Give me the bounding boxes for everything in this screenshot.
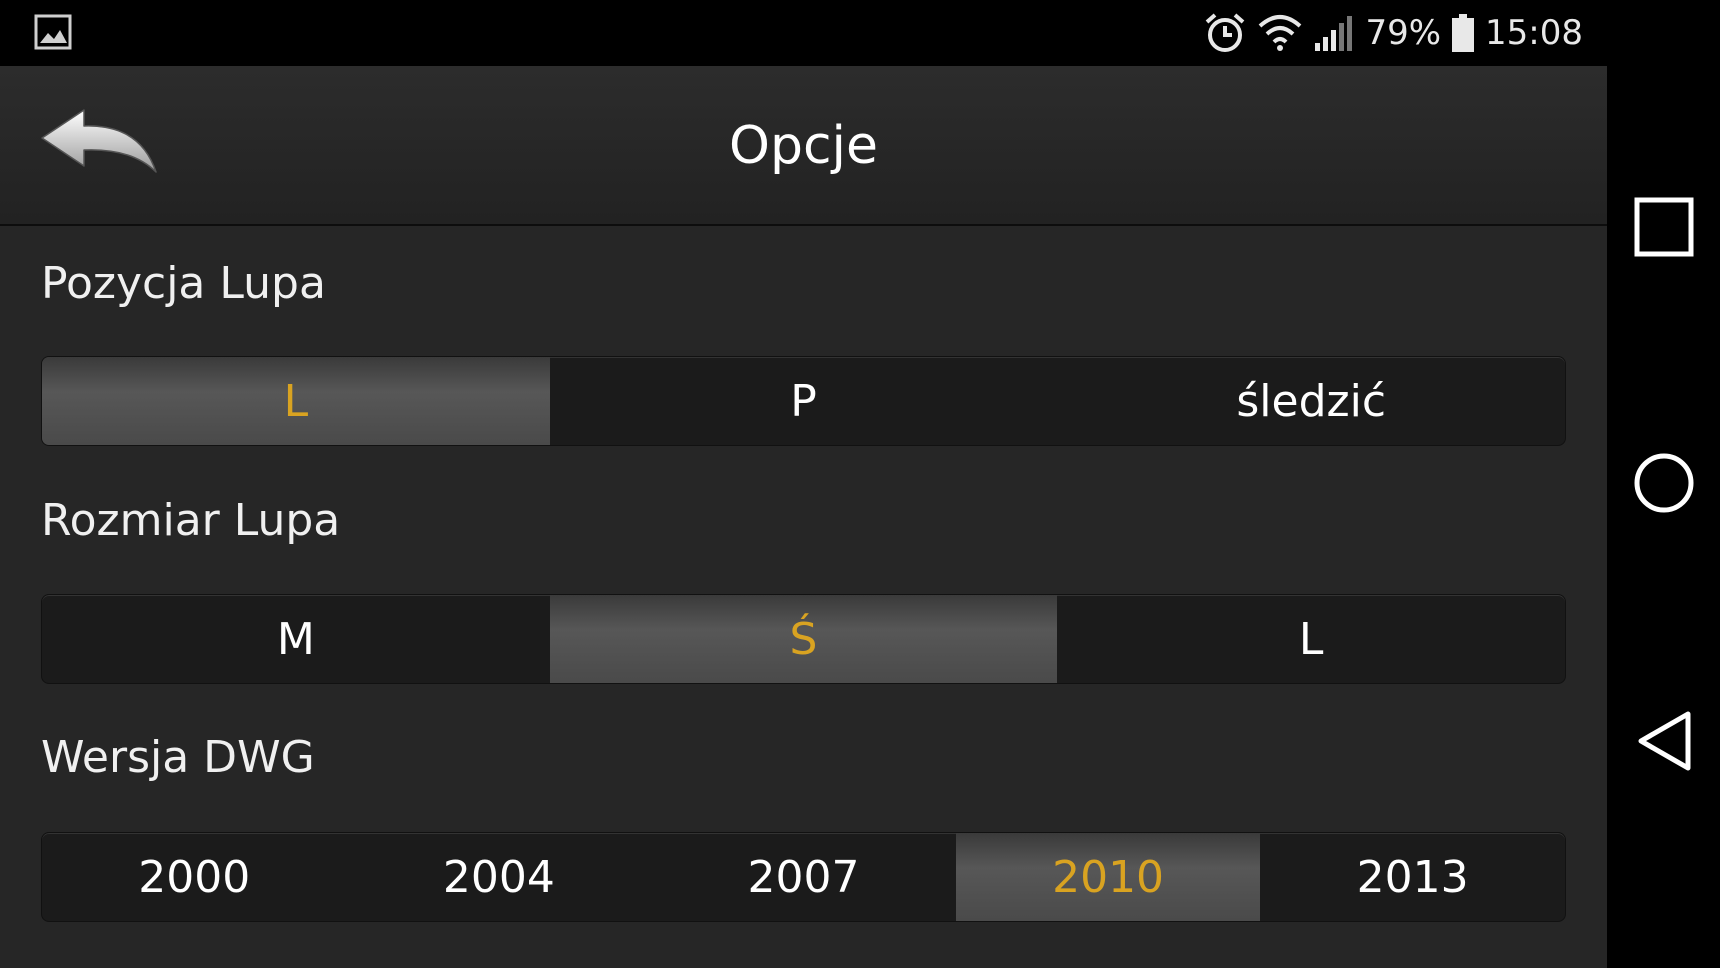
wifi-icon xyxy=(1259,15,1302,51)
option-large[interactable]: L xyxy=(1057,595,1565,683)
status-bar: 79% 15:08 xyxy=(0,0,1607,66)
app-bar: Opcje xyxy=(0,66,1607,226)
section-label-magnifier-size: Rozmiar Lupa xyxy=(41,495,341,546)
image-notification-icon xyxy=(34,14,72,50)
section-label-magnifier-position: Pozycja Lupa xyxy=(41,258,326,309)
magnifier-size-selector: M Ś L xyxy=(41,594,1566,684)
magnifier-position-selector: L P śledzić xyxy=(41,356,1566,446)
option-2013[interactable]: 2013 xyxy=(1260,833,1565,921)
page-title: Opcje xyxy=(729,116,878,176)
recents-icon xyxy=(1634,197,1693,257)
navigation-bar xyxy=(1607,0,1720,968)
option-follow[interactable]: śledzić xyxy=(1057,357,1565,445)
clock: 15:08 xyxy=(1485,13,1583,53)
battery-percent: 79% xyxy=(1365,13,1442,53)
signal-icon xyxy=(1315,16,1353,51)
option-right[interactable]: P xyxy=(550,357,1058,445)
option-2007[interactable]: 2007 xyxy=(651,833,956,921)
dwg-version-selector: 2000 2004 2007 2010 2013 xyxy=(41,832,1566,922)
option-2004[interactable]: 2004 xyxy=(347,833,652,921)
section-label-dwg-version: Wersja DWG xyxy=(41,732,315,783)
home-button[interactable] xyxy=(1607,452,1720,514)
back-nav-button[interactable] xyxy=(1607,710,1720,772)
recents-button[interactable] xyxy=(1607,197,1720,257)
option-small[interactable]: M xyxy=(42,595,550,683)
alarm-icon xyxy=(1206,13,1245,52)
battery-icon xyxy=(1452,14,1475,52)
option-2000[interactable]: 2000 xyxy=(42,833,347,921)
home-icon xyxy=(1634,453,1693,513)
back-triangle-icon xyxy=(1638,711,1690,771)
option-2010[interactable]: 2010 xyxy=(955,833,1261,921)
option-medium[interactable]: Ś xyxy=(549,595,1058,683)
option-left[interactable]: L xyxy=(42,357,550,445)
